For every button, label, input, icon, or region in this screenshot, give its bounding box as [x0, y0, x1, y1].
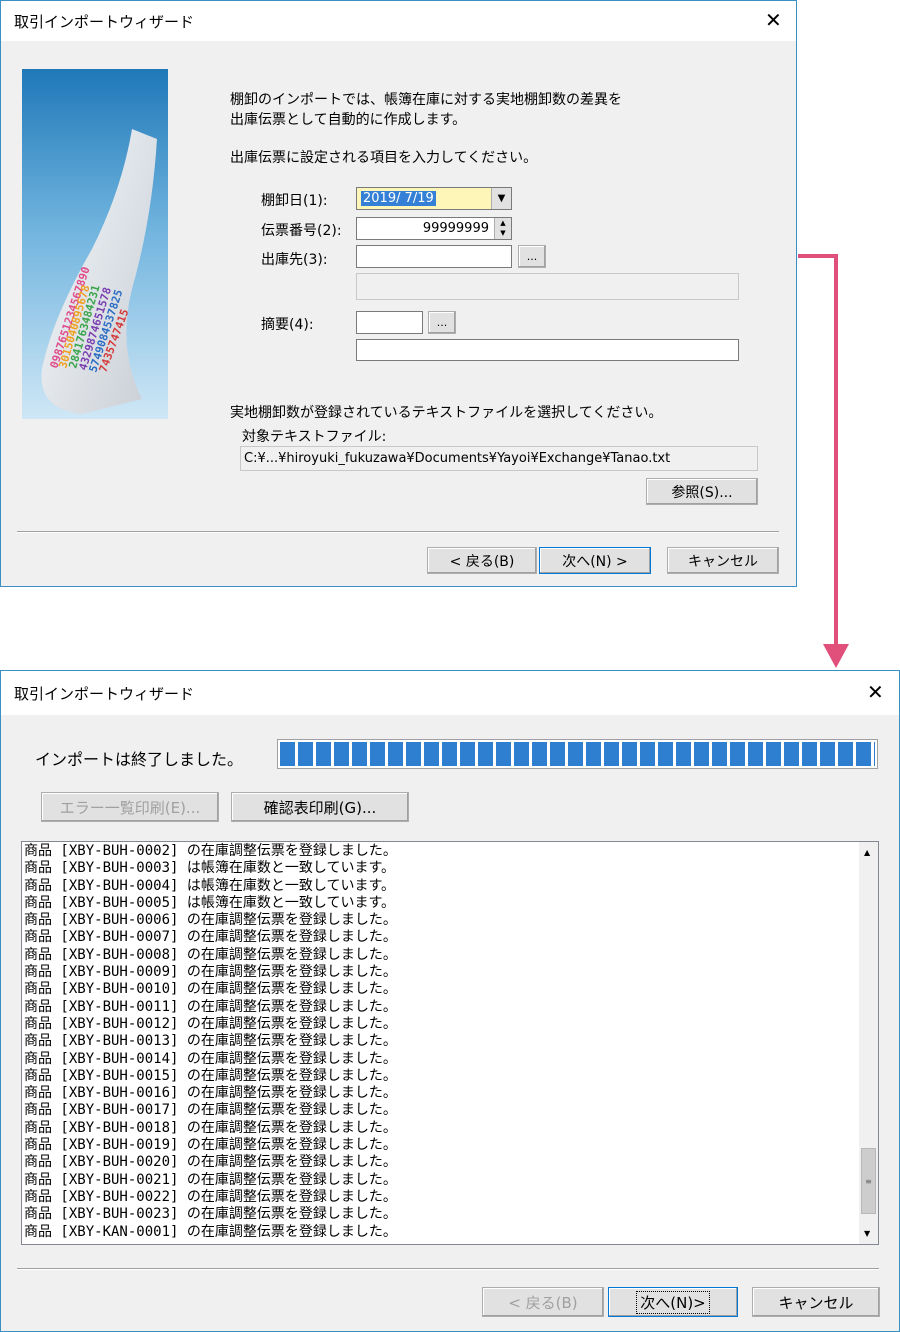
status-text: インポートは終了しました。 — [35, 750, 244, 769]
intro-line-2: 出庫伝票として自動的に作成します。 — [230, 112, 467, 128]
slip-number-value: 99999999 — [422, 221, 489, 236]
wizard-banner-image: 0987651234567890 3015040895678 284176348… — [22, 69, 168, 419]
destination-browse-button[interactable]: ... — [518, 245, 546, 268]
window-title: 取引インポートウィザード — [14, 685, 195, 703]
log-line: 商品 [XBY-BUH-0020] の在庫調整伝票を登録しました。 — [24, 1154, 397, 1171]
log-line: 商品 [XBY-BUH-0018] の在庫調整伝票を登録しました。 — [24, 1119, 397, 1136]
wizard-window-step1: 取引インポートウィザード ✕ 0987651234567890 30150408… — [0, 0, 797, 587]
instruction-text: 出庫伝票に設定される項目を入力してください。 — [230, 150, 538, 166]
log-line: 商品 [XBY-BUH-0015] の在庫調整伝票を登録しました。 — [24, 1067, 397, 1084]
memo-code-input[interactable] — [356, 311, 423, 334]
log-line: 商品 [XBY-BUH-0007] の在庫調整伝票を登録しました。 — [24, 929, 397, 946]
date-label: 棚卸日(1): — [261, 193, 328, 209]
log-line: 商品 [XBY-BUH-0017] の在庫調整伝票を登録しました。 — [24, 1102, 397, 1119]
title-bar: 取引インポートウィザード ✕ — [1, 671, 899, 715]
date-value: 2019/ 7/19 — [361, 191, 436, 206]
log-line: 商品 [XBY-BUH-0012] の在庫調整伝票を登録しました。 — [24, 1015, 397, 1032]
log-line: 商品 [XBY-BUH-0006] の在庫調整伝票を登録しました。 — [24, 912, 397, 929]
log-line: 商品 [XBY-BUH-0010] の在庫調整伝票を登録しました。 — [24, 981, 397, 998]
file-instruction-text: 実地棚卸数が登録されているテキストファイルを選択してください。 — [230, 405, 663, 421]
scrollbar-thumb[interactable]: ≡ — [861, 1148, 876, 1214]
spin-arrows-icon[interactable]: ▲ ▼ — [494, 218, 511, 239]
destination-name-field — [356, 273, 739, 300]
back-button[interactable]: < 戻る(B) — [427, 547, 537, 574]
log-line: 商品 [XBY-BUH-0016] の在庫調整伝票を登録しました。 — [24, 1085, 397, 1102]
log-line: 商品 [XBY-BUH-0002] の在庫調整伝票を登録しました。 — [24, 843, 397, 859]
log-line: 商品 [XBY-BUH-0009] の在庫調整伝票を登録しました。 — [24, 964, 397, 981]
destination-label: 出庫先(3): — [261, 252, 328, 268]
log-list[interactable]: 商品 [XBY-BUH-0002] の在庫調整伝票を登録しました。 商品 [XBY… — [21, 841, 879, 1245]
file-label: 対象テキストファイル: — [242, 429, 387, 445]
slip-number-input[interactable]: 99999999 ▲ ▼ — [356, 217, 512, 240]
scroll-down-icon[interactable]: ▼ — [864, 1229, 870, 1238]
memo-text-input[interactable] — [356, 339, 739, 361]
window-title: 取引インポートウィザード — [14, 13, 195, 31]
log-line: 商品 [XBY-BUH-0005] は帳簿在庫数と一致しています。 — [24, 894, 396, 911]
log-line: 商品 [XBY-KAN-0001] の在庫調整伝票を登録しました。 — [24, 1223, 397, 1240]
footer-separator — [17, 531, 779, 533]
cancel-button[interactable]: キャンセル — [667, 547, 779, 574]
date-picker[interactable]: 2019/ 7/19 ▼ — [356, 187, 512, 210]
log-line: 商品 [XBY-BUH-0013] の在庫調整伝票を登録しました。 — [24, 1033, 397, 1050]
intro-line-1: 棚卸のインポートでは、帳簿在庫に対する実地棚卸数の差異を — [230, 92, 622, 108]
log-line: 商品 [XBY-BUH-0021] の在庫調整伝票を登録しました。 — [24, 1171, 397, 1188]
memo-browse-button[interactable]: ... — [428, 311, 456, 334]
next-button[interactable]: 次へ(N) > — [539, 547, 651, 574]
progress-fill — [280, 742, 875, 766]
vertical-scrollbar[interactable]: ▲ ≡ ▼ — [859, 842, 878, 1244]
back-button: < 戻る(B) — [482, 1287, 604, 1317]
close-icon[interactable]: ✕ — [867, 682, 884, 702]
flow-arrow — [798, 254, 849, 668]
cancel-button[interactable]: キャンセル — [752, 1287, 880, 1317]
confirmation-print-button[interactable]: 確認表印刷(G)... — [231, 792, 409, 822]
log-lines: 商品 [XBY-BUH-0002] の在庫調整伝票を登録しました。 商品 [XBY… — [24, 843, 397, 1241]
log-line: 商品 [XBY-BUH-0003] は帳簿在庫数と一致しています。 — [24, 860, 396, 877]
log-line: 商品 [XBY-BUH-0004] は帳簿在庫数と一致しています。 — [24, 877, 396, 894]
log-line: 商品 [XBY-BUH-0022] の在庫調整伝票を登録しました。 — [24, 1188, 397, 1205]
close-icon[interactable]: ✕ — [765, 10, 782, 30]
log-line: 商品 [XBY-BUH-0023] の在庫調整伝票を登録しました。 — [24, 1206, 397, 1223]
slip-number-label: 伝票番号(2): — [261, 223, 342, 239]
next-button[interactable]: 次へ(N)> — [608, 1287, 738, 1317]
log-line: 商品 [XBY-BUH-0019] の在庫調整伝票を登録しました。 — [24, 1137, 397, 1154]
wizard-window-complete: 取引インポートウィザード ✕ インポートは終了しました。 エラー一覧印刷(E).… — [0, 670, 900, 1332]
log-line: 商品 [XBY-BUH-0011] の在庫調整伝票を登録しました。 — [24, 998, 397, 1015]
scroll-up-icon[interactable]: ▲ — [864, 848, 870, 857]
memo-label: 摘要(4): — [261, 317, 314, 333]
chevron-down-icon[interactable]: ▼ — [491, 188, 511, 209]
error-list-print-button: エラー一覧印刷(E)... — [41, 792, 219, 822]
title-bar: 取引インポートウィザード ✕ — [1, 1, 796, 41]
footer-separator — [17, 1268, 879, 1270]
log-line: 商品 [XBY-BUH-0008] の在庫調整伝票を登録しました。 — [24, 946, 397, 963]
destination-code-input[interactable] — [356, 245, 512, 268]
log-line: 商品 [XBY-BUH-0014] の在庫調整伝票を登録しました。 — [24, 1050, 397, 1067]
next-button-label: 次へ(N)> — [636, 1290, 710, 1314]
file-path-field: C:¥...¥hiroyuki_fukuzawa¥Documents¥Yayoi… — [240, 446, 758, 471]
file-path-value: C:¥...¥hiroyuki_fukuzawa¥Documents¥Yayoi… — [244, 451, 671, 466]
progress-bar — [277, 739, 878, 769]
browse-file-button[interactable]: 参照(S)... — [646, 478, 758, 505]
